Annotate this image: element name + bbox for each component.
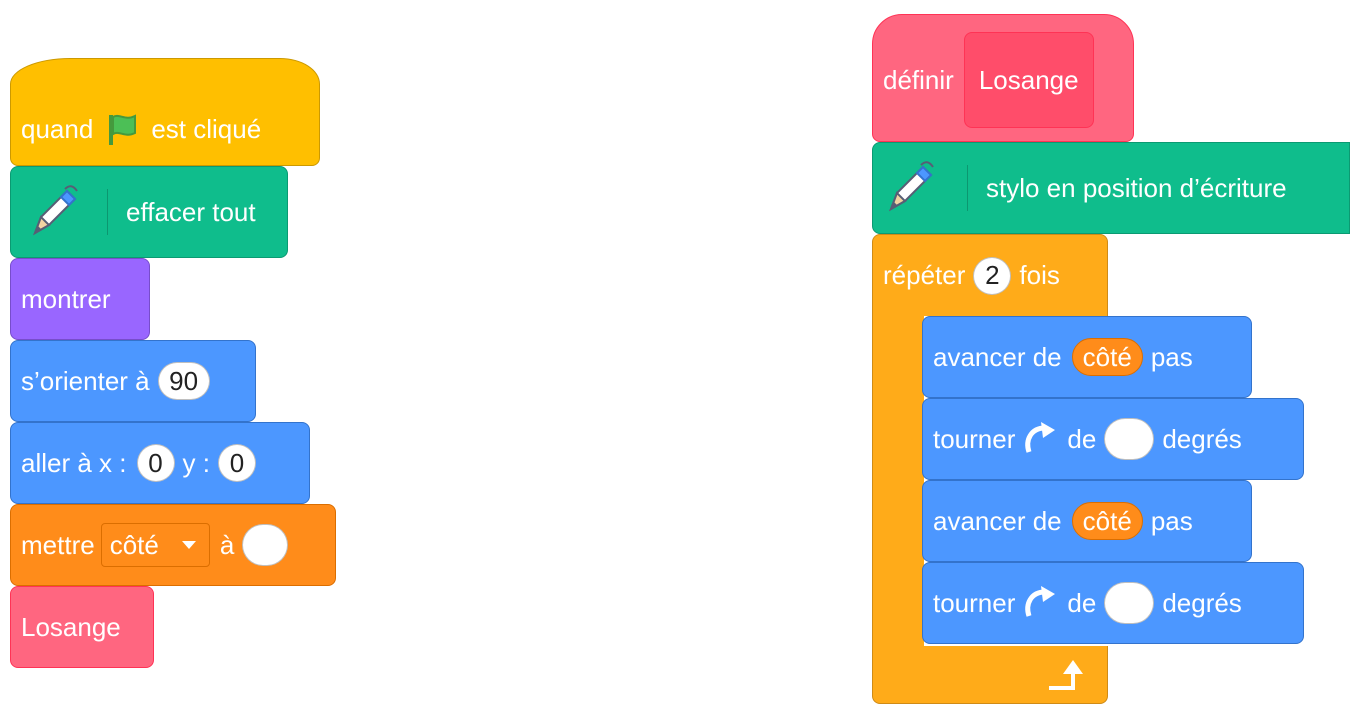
block-divider	[107, 189, 108, 235]
prototype-name: Losange	[978, 64, 1079, 95]
point-direction-label: s’orienter à	[21, 365, 150, 396]
degrees-label: degrés	[1162, 587, 1242, 618]
point-in-direction-block[interactable]: s’orienter à 90	[10, 340, 256, 422]
variable-reporter[interactable]: côté	[1071, 338, 1143, 376]
chevron-down-icon	[181, 539, 197, 551]
when-flag-clicked-block[interactable]: quand est cliqué	[10, 58, 320, 166]
define-block[interactable]: définir Losange	[872, 14, 1134, 142]
define-label: définir	[883, 64, 954, 95]
turn-label: tourner	[933, 587, 1016, 618]
turn-label: tourner	[933, 423, 1016, 454]
degrees-input[interactable]	[1104, 582, 1155, 624]
go-to-xy-block[interactable]: aller à x : 0 y : 0	[10, 422, 310, 504]
call-losange-block[interactable]: Losange	[10, 586, 154, 668]
move-steps-block[interactable]: avancer de côté pas	[922, 316, 1252, 398]
pen-down-label: stylo en position d’écriture	[986, 172, 1287, 203]
pen-down-block[interactable]: stylo en position d’écriture	[872, 142, 1350, 234]
loop-arrow-icon	[1047, 656, 1087, 694]
variable-reporter[interactable]: côté	[1071, 502, 1143, 540]
direction-input[interactable]: 90	[157, 362, 210, 400]
repeat-header: répéter 2 fois	[872, 234, 1108, 316]
x-input[interactable]: 0	[136, 444, 175, 482]
degrees-input[interactable]	[1104, 418, 1155, 460]
show-block[interactable]: montrer	[10, 258, 150, 340]
repeat-label: répéter	[883, 260, 966, 290]
call-label: Losange	[21, 611, 121, 642]
go-to-label: aller à x :	[21, 447, 127, 478]
repeat-footer	[872, 646, 1108, 704]
steps-label: pas	[1150, 341, 1193, 372]
clicked-label: est cliqué	[151, 113, 262, 144]
move-steps-block[interactable]: avancer de côté pas	[922, 480, 1252, 562]
repeat-arm	[872, 314, 924, 648]
times-label: fois	[1019, 260, 1060, 290]
move-label: avancer de	[933, 505, 1062, 536]
turn-right-icon	[1023, 422, 1057, 456]
turn-right-block[interactable]: tourner de degrés	[922, 562, 1304, 644]
block-divider	[967, 165, 968, 211]
pen-icon	[25, 183, 83, 241]
variable-name: côté	[109, 529, 159, 560]
set-label: mettre	[21, 529, 95, 560]
y-input[interactable]: 0	[217, 444, 256, 482]
degrees-label: degrés	[1162, 423, 1242, 454]
pen-icon	[881, 159, 939, 217]
turn-right-block[interactable]: tourner de degrés	[922, 398, 1304, 480]
when-label: quand	[21, 113, 94, 144]
erase-all-label: effacer tout	[126, 196, 256, 227]
green-flag-icon	[105, 111, 141, 147]
value-input[interactable]	[242, 524, 289, 566]
steps-label: pas	[1150, 505, 1193, 536]
of-label: de	[1067, 423, 1097, 454]
prototype-block: Losange	[963, 32, 1094, 128]
of-label: de	[1067, 587, 1097, 618]
turn-right-icon	[1023, 586, 1057, 620]
show-label: montrer	[21, 283, 111, 314]
erase-all-block[interactable]: effacer tout	[10, 166, 288, 258]
move-label: avancer de	[933, 341, 1062, 372]
y-label: y :	[182, 447, 210, 478]
variable-dropdown[interactable]: côté	[100, 523, 210, 567]
set-variable-block[interactable]: mettre côté à	[10, 504, 336, 586]
to-label: à	[219, 529, 235, 560]
repeat-count-input[interactable]: 2	[973, 256, 1012, 295]
